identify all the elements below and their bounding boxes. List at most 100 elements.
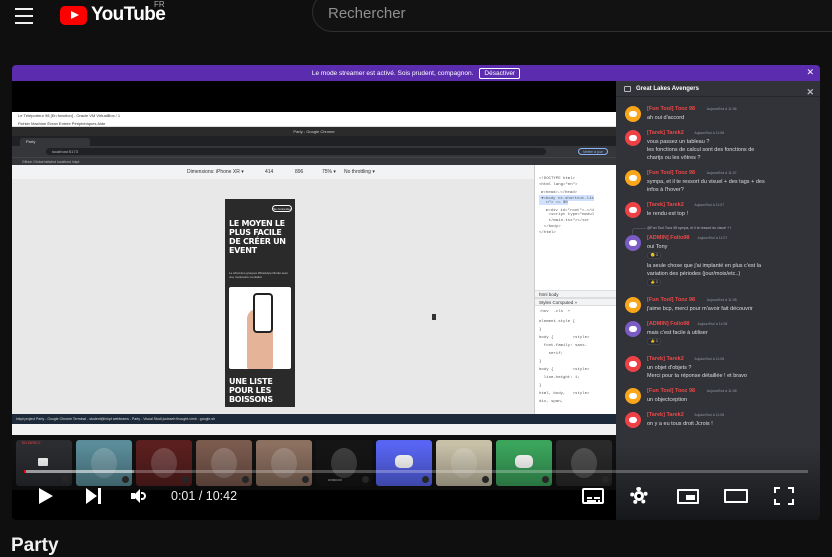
- user-avatar[interactable]: [625, 130, 641, 146]
- discord-logo-icon: [629, 135, 637, 141]
- fullscreen-icon[interactable]: [774, 487, 794, 505]
- message-text: un objet d'objets ?: [647, 365, 692, 371]
- message-text: infos à l'hover?: [647, 187, 684, 193]
- user-avatar[interactable]: [625, 106, 641, 122]
- device-height: 896: [295, 169, 304, 175]
- progress-loaded: [24, 470, 134, 473]
- reaction[interactable]: 👍 1: [647, 279, 661, 286]
- message-text: les fonctions de calcul sont des fonctio…: [647, 147, 755, 153]
- mouse-cursor-icon: [432, 314, 436, 320]
- devtools-css-line: div, span,: [539, 400, 564, 404]
- user-avatar[interactable]: [625, 321, 641, 337]
- message-text: ah oui d'accord: [647, 115, 685, 121]
- time-current: 0:01: [171, 489, 196, 503]
- devtools-css-line: element.style {: [539, 320, 576, 324]
- username[interactable]: [ADMIN] Folio98: [647, 235, 689, 241]
- user-avatar[interactable]: [625, 412, 641, 428]
- message-text: mais c'est facile à utiliser: [647, 330, 708, 336]
- user-avatar[interactable]: [625, 235, 641, 251]
- search-box[interactable]: [312, 0, 832, 32]
- username[interactable]: [Tarek] Tarek2: [647, 202, 684, 208]
- devtools-css-line: font-family: sans-: [539, 344, 588, 348]
- devtools-line: </html>: [539, 231, 556, 235]
- devtools-line: </body>: [539, 225, 561, 229]
- theater-mode-icon[interactable]: [724, 489, 748, 503]
- close-icon[interactable]: ✕: [806, 84, 814, 100]
- settings-gear-icon[interactable]: [629, 486, 649, 506]
- message-text: sympa, et il te ressort du visuel + des …: [647, 179, 765, 185]
- devtools-css-line: body { <style>: [539, 368, 590, 372]
- username[interactable]: [Tarek] Tarek2: [647, 130, 684, 136]
- devtools-line: <html lang="en">: [539, 183, 578, 187]
- username[interactable]: [Fun Tool] Tooz 98: [647, 106, 695, 112]
- user-avatar[interactable]: [625, 202, 641, 218]
- hero-subtitle: Le tchat des groupes WhatsApp illimité a…: [229, 271, 289, 279]
- vm-title: Le Téléporteur 98 [En fonction] - Oracle…: [12, 112, 616, 120]
- username[interactable]: [Fun Tool] Tooz 98: [647, 388, 695, 394]
- devtools-css-line: }: [539, 360, 542, 364]
- device-zoom: 75% ▾: [322, 169, 336, 175]
- timestamp: Aujourd'hui à 11:08: [706, 389, 737, 393]
- page-viewport: Se connecter LE MOYEN LE PLUS FACILE DE …: [12, 179, 534, 414]
- devtools-css-line: html, body, <style>: [539, 392, 590, 396]
- user-avatar[interactable]: [625, 388, 641, 404]
- youtube-logo[interactable]: YouTube: [60, 3, 166, 27]
- discord-logo-icon: [629, 302, 637, 308]
- user-avatar[interactable]: [625, 297, 641, 313]
- progress-bar[interactable]: [24, 470, 808, 473]
- timestamp: Aujourd'hui à 11:06: [706, 107, 737, 111]
- discord-logo-icon: [629, 393, 637, 399]
- discord-logo-icon: [629, 175, 637, 181]
- next-icon[interactable]: [86, 488, 104, 504]
- vm-menu: Fichier Machine Écran Entrée Périphériqu…: [12, 120, 616, 127]
- username[interactable]: [Tarek] Tarek2: [647, 412, 684, 418]
- reply-preview: @Fun Tool Tooz 98 sympa, et il te ressor…: [647, 226, 731, 230]
- phone-shape: [253, 293, 273, 333]
- timestamp: Aujourd'hui à 11:08: [694, 357, 725, 361]
- deactivate-button[interactable]: Désactiver: [479, 67, 521, 79]
- message-text: oui Tony: [647, 244, 668, 250]
- username[interactable]: [Fun Tool] Tooz 98: [647, 297, 695, 303]
- browser-tab: Party: [20, 138, 90, 146]
- message-text: le rendu est top !: [647, 211, 688, 217]
- vm-desktop: Le Téléporteur 98 [En fonction] - Oracle…: [12, 112, 617, 435]
- video-player[interactable]: Le mode streamer est activé. Sois pruden…: [12, 65, 820, 520]
- close-icon[interactable]: ✕: [806, 67, 814, 78]
- browser-title: Party - Google Chrome: [12, 127, 616, 136]
- devtools-css-line: body { <style>: [539, 336, 590, 340]
- volume-icon[interactable]: [131, 489, 149, 503]
- miniplayer-icon[interactable]: [677, 489, 699, 504]
- username[interactable]: [Fun Tool] Tooz 98: [647, 170, 695, 176]
- hero-headline: LE MOYEN LE PLUS FACILE DE CRÉER UN EVEN…: [229, 219, 286, 255]
- message-text: la seule chose que j'ai implanté en plus…: [647, 263, 762, 269]
- search-input[interactable]: [328, 5, 808, 22]
- streamer-mode-banner: Le mode streamer est activé. Sois pruden…: [12, 65, 820, 81]
- timestamp: Aujourd'hui à 11:06: [694, 131, 725, 135]
- menu-icon[interactable]: [12, 4, 38, 30]
- username[interactable]: [Tarek] Tarek2: [647, 356, 684, 362]
- reaction[interactable]: 👍 1: [647, 338, 661, 345]
- section-headline: UNE LISTE POUR LES BOISSONS: [229, 377, 273, 404]
- user-avatar[interactable]: [625, 170, 641, 186]
- reply-connector: [632, 228, 646, 234]
- banner-text: Le mode streamer est activé. Sois pruden…: [311, 69, 474, 77]
- play-icon[interactable]: [39, 488, 53, 504]
- browser-toolbar: localhost:5173 Mettre à jour: [12, 146, 616, 157]
- user-avatar[interactable]: [625, 356, 641, 372]
- devtools-crumbs: html body: [535, 290, 617, 298]
- timestamp: Aujourd'hui à 11:07: [697, 236, 728, 240]
- timestamp: Aujourd'hui à 11:08: [697, 322, 728, 326]
- message-text: chartjs ou les vôtres ?: [647, 155, 701, 161]
- youtube-play-icon: [60, 5, 87, 25]
- devtools-css-line: serif;: [539, 352, 564, 356]
- discord-logo-icon: [629, 207, 637, 213]
- username[interactable]: [ADMIN] Folio98: [647, 321, 689, 327]
- subtitles-icon[interactable]: [582, 488, 604, 504]
- reaction[interactable]: 🙂 1: [647, 252, 661, 259]
- discord-logo-icon: [629, 326, 637, 332]
- device-width: 414: [265, 169, 274, 175]
- devtools-css-line: }: [539, 328, 542, 332]
- timestamp: Aujourd'hui à 11:08: [706, 298, 737, 302]
- channel-icon: [624, 86, 631, 92]
- message-text: Merci pour ta réponse détaillée ! et bra…: [647, 373, 747, 379]
